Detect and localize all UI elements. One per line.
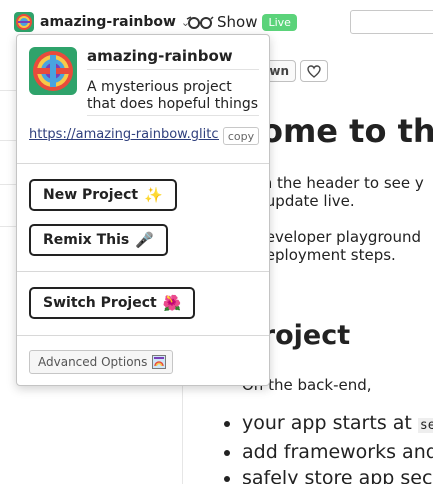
paragraph-text: in the header to see y — [253, 174, 424, 192]
show-button[interactable]: Show Live — [186, 10, 297, 34]
sunglasses-icon — [186, 16, 214, 29]
project-switcher[interactable]: amazing-rainbow ⌄ — [14, 10, 190, 34]
heart-button[interactable] — [300, 60, 328, 82]
popover-project-name: amazing-rainbow — [87, 47, 233, 65]
inline-code: ser — [417, 418, 433, 433]
project-popover: amazing-rainbow A mysterious project tha… — [16, 34, 270, 386]
list-item-text: safely store app secre — [242, 467, 433, 484]
remix-label: Remix This — [43, 232, 130, 248]
advanced-options-button[interactable]: Advanced Options — [29, 350, 174, 374]
project-description[interactable]: A mysterious project that does hopeful t… — [87, 79, 263, 113]
search-input[interactable] — [350, 10, 433, 34]
switch-project-button[interactable]: Switch Project 🌺 — [29, 287, 196, 319]
page-heading: come to the — [242, 112, 433, 150]
new-project-button[interactable]: New Project ✨ — [29, 179, 177, 211]
section-divider — [17, 271, 269, 272]
list-item-text: add frameworks and — [242, 441, 433, 463]
rainbow-ball-icon — [29, 47, 77, 95]
section-divider — [17, 335, 269, 336]
remix-this-button[interactable]: Remix This 🎤 — [29, 224, 168, 256]
project-url-link[interactable]: https://amazing-rainbow.glitch.me — [29, 127, 219, 142]
list-item-text: your app starts at — [242, 412, 418, 434]
copy-url-button[interactable]: copy — [223, 127, 259, 145]
title-underline — [87, 69, 259, 70]
new-project-label: New Project — [43, 187, 139, 203]
project-name: amazing-rainbow — [40, 14, 176, 30]
project-avatar-icon — [14, 12, 34, 32]
list-item: safely store app secre — [242, 465, 433, 484]
section-divider — [17, 163, 269, 164]
list-item: your app starts at ser — [242, 410, 433, 439]
show-label: Show — [217, 13, 258, 31]
sparkles-icon: ✨ — [144, 186, 163, 204]
hibiscus-icon: 🌺 — [162, 294, 182, 312]
list-item: add frameworks and — [242, 439, 433, 465]
heart-icon — [307, 64, 321, 78]
switch-project-label: Switch Project — [43, 295, 157, 311]
bullet-list: your app starts at ser add frameworks an… — [200, 410, 433, 484]
rainbow-box-icon — [152, 355, 167, 369]
microphone-icon: 🎤 — [135, 231, 154, 249]
live-badge: Live — [262, 13, 297, 31]
description-underline — [87, 115, 259, 116]
advanced-options-label: Advanced Options — [38, 355, 148, 369]
